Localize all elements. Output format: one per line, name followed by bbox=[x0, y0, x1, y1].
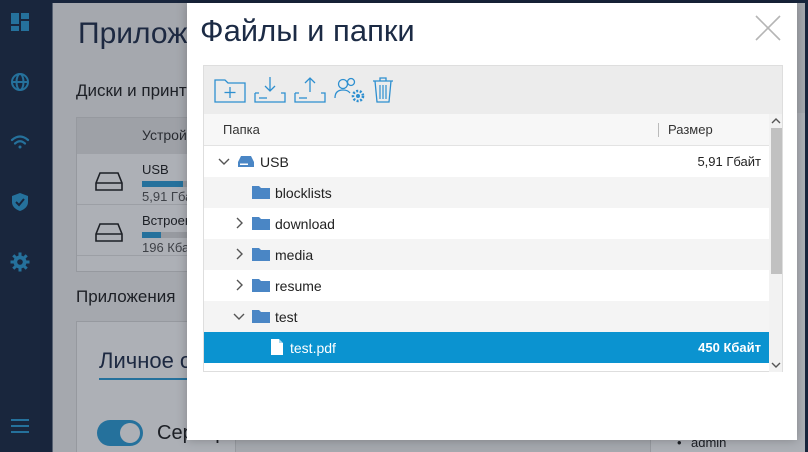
chevron-down-icon[interactable] bbox=[218, 155, 230, 167]
scrollbar[interactable] bbox=[769, 114, 782, 372]
folder-icon bbox=[252, 308, 270, 324]
drive-icon bbox=[237, 153, 255, 169]
tree-row-name: blocklists bbox=[275, 185, 332, 201]
tree-row-name: USB bbox=[260, 154, 289, 170]
tree-row-blocklists[interactable]: blocklists bbox=[204, 177, 769, 208]
file-table-header: Папка Размер bbox=[204, 114, 769, 146]
dialog-title: Файлы и папки bbox=[200, 13, 415, 48]
chevron-right-icon[interactable] bbox=[233, 217, 245, 229]
permissions-button[interactable] bbox=[334, 76, 366, 104]
trash-icon bbox=[373, 77, 393, 103]
scroll-up-icon[interactable] bbox=[771, 116, 781, 126]
new-folder-button[interactable] bbox=[214, 76, 246, 104]
tree-row-name: media bbox=[275, 247, 314, 263]
download-icon bbox=[254, 77, 286, 103]
upload-button[interactable] bbox=[294, 76, 326, 104]
download-button[interactable] bbox=[254, 76, 286, 104]
chevron-right-icon[interactable] bbox=[233, 248, 245, 260]
files-dialog: Файлы и папки Папка Размер USB 5,91 Гбай… bbox=[187, 3, 797, 440]
tree-row-test-pdf[interactable]: test.pdf 450 Кбайт bbox=[204, 332, 769, 363]
tree-row-download[interactable]: download bbox=[204, 208, 769, 239]
close-icon[interactable] bbox=[753, 13, 783, 43]
scroll-down-icon[interactable] bbox=[771, 360, 781, 370]
tree-row-media[interactable]: media bbox=[204, 239, 769, 270]
tree-row-name: test.pdf bbox=[290, 340, 336, 356]
file-tree: USB 5,91 Гбайт blocklists download media bbox=[204, 146, 769, 372]
column-folder[interactable]: Папка bbox=[223, 122, 260, 137]
tree-row-usb[interactable]: USB 5,91 Гбайт bbox=[204, 146, 769, 177]
file-toolbar bbox=[204, 66, 782, 114]
folder-icon bbox=[252, 215, 270, 231]
user-settings-icon bbox=[334, 77, 365, 103]
tree-row-name: download bbox=[275, 216, 335, 232]
tree-row-resume[interactable]: resume bbox=[204, 270, 769, 301]
scrollbar-thumb[interactable] bbox=[771, 128, 782, 274]
tree-row-name: resume bbox=[275, 278, 322, 294]
column-size[interactable]: Размер bbox=[668, 122, 713, 137]
folder-icon bbox=[252, 184, 270, 200]
tree-row-name: test bbox=[275, 309, 298, 325]
folder-icon bbox=[252, 277, 270, 293]
tree-row-size: 450 Кбайт bbox=[698, 340, 761, 355]
file-icon bbox=[270, 339, 288, 355]
chevron-right-icon[interactable] bbox=[233, 279, 245, 291]
chevron-down-icon[interactable] bbox=[233, 310, 245, 322]
tree-row-size: 5,91 Гбайт bbox=[697, 154, 761, 169]
upload-icon bbox=[294, 77, 326, 103]
column-divider bbox=[658, 123, 659, 137]
file-browser: Папка Размер USB 5,91 Гбайт blocklists d… bbox=[203, 65, 783, 372]
tree-row-test[interactable]: test bbox=[204, 301, 769, 332]
folder-icon bbox=[252, 246, 270, 262]
new-folder-icon bbox=[214, 79, 246, 103]
delete-button[interactable] bbox=[372, 76, 394, 104]
